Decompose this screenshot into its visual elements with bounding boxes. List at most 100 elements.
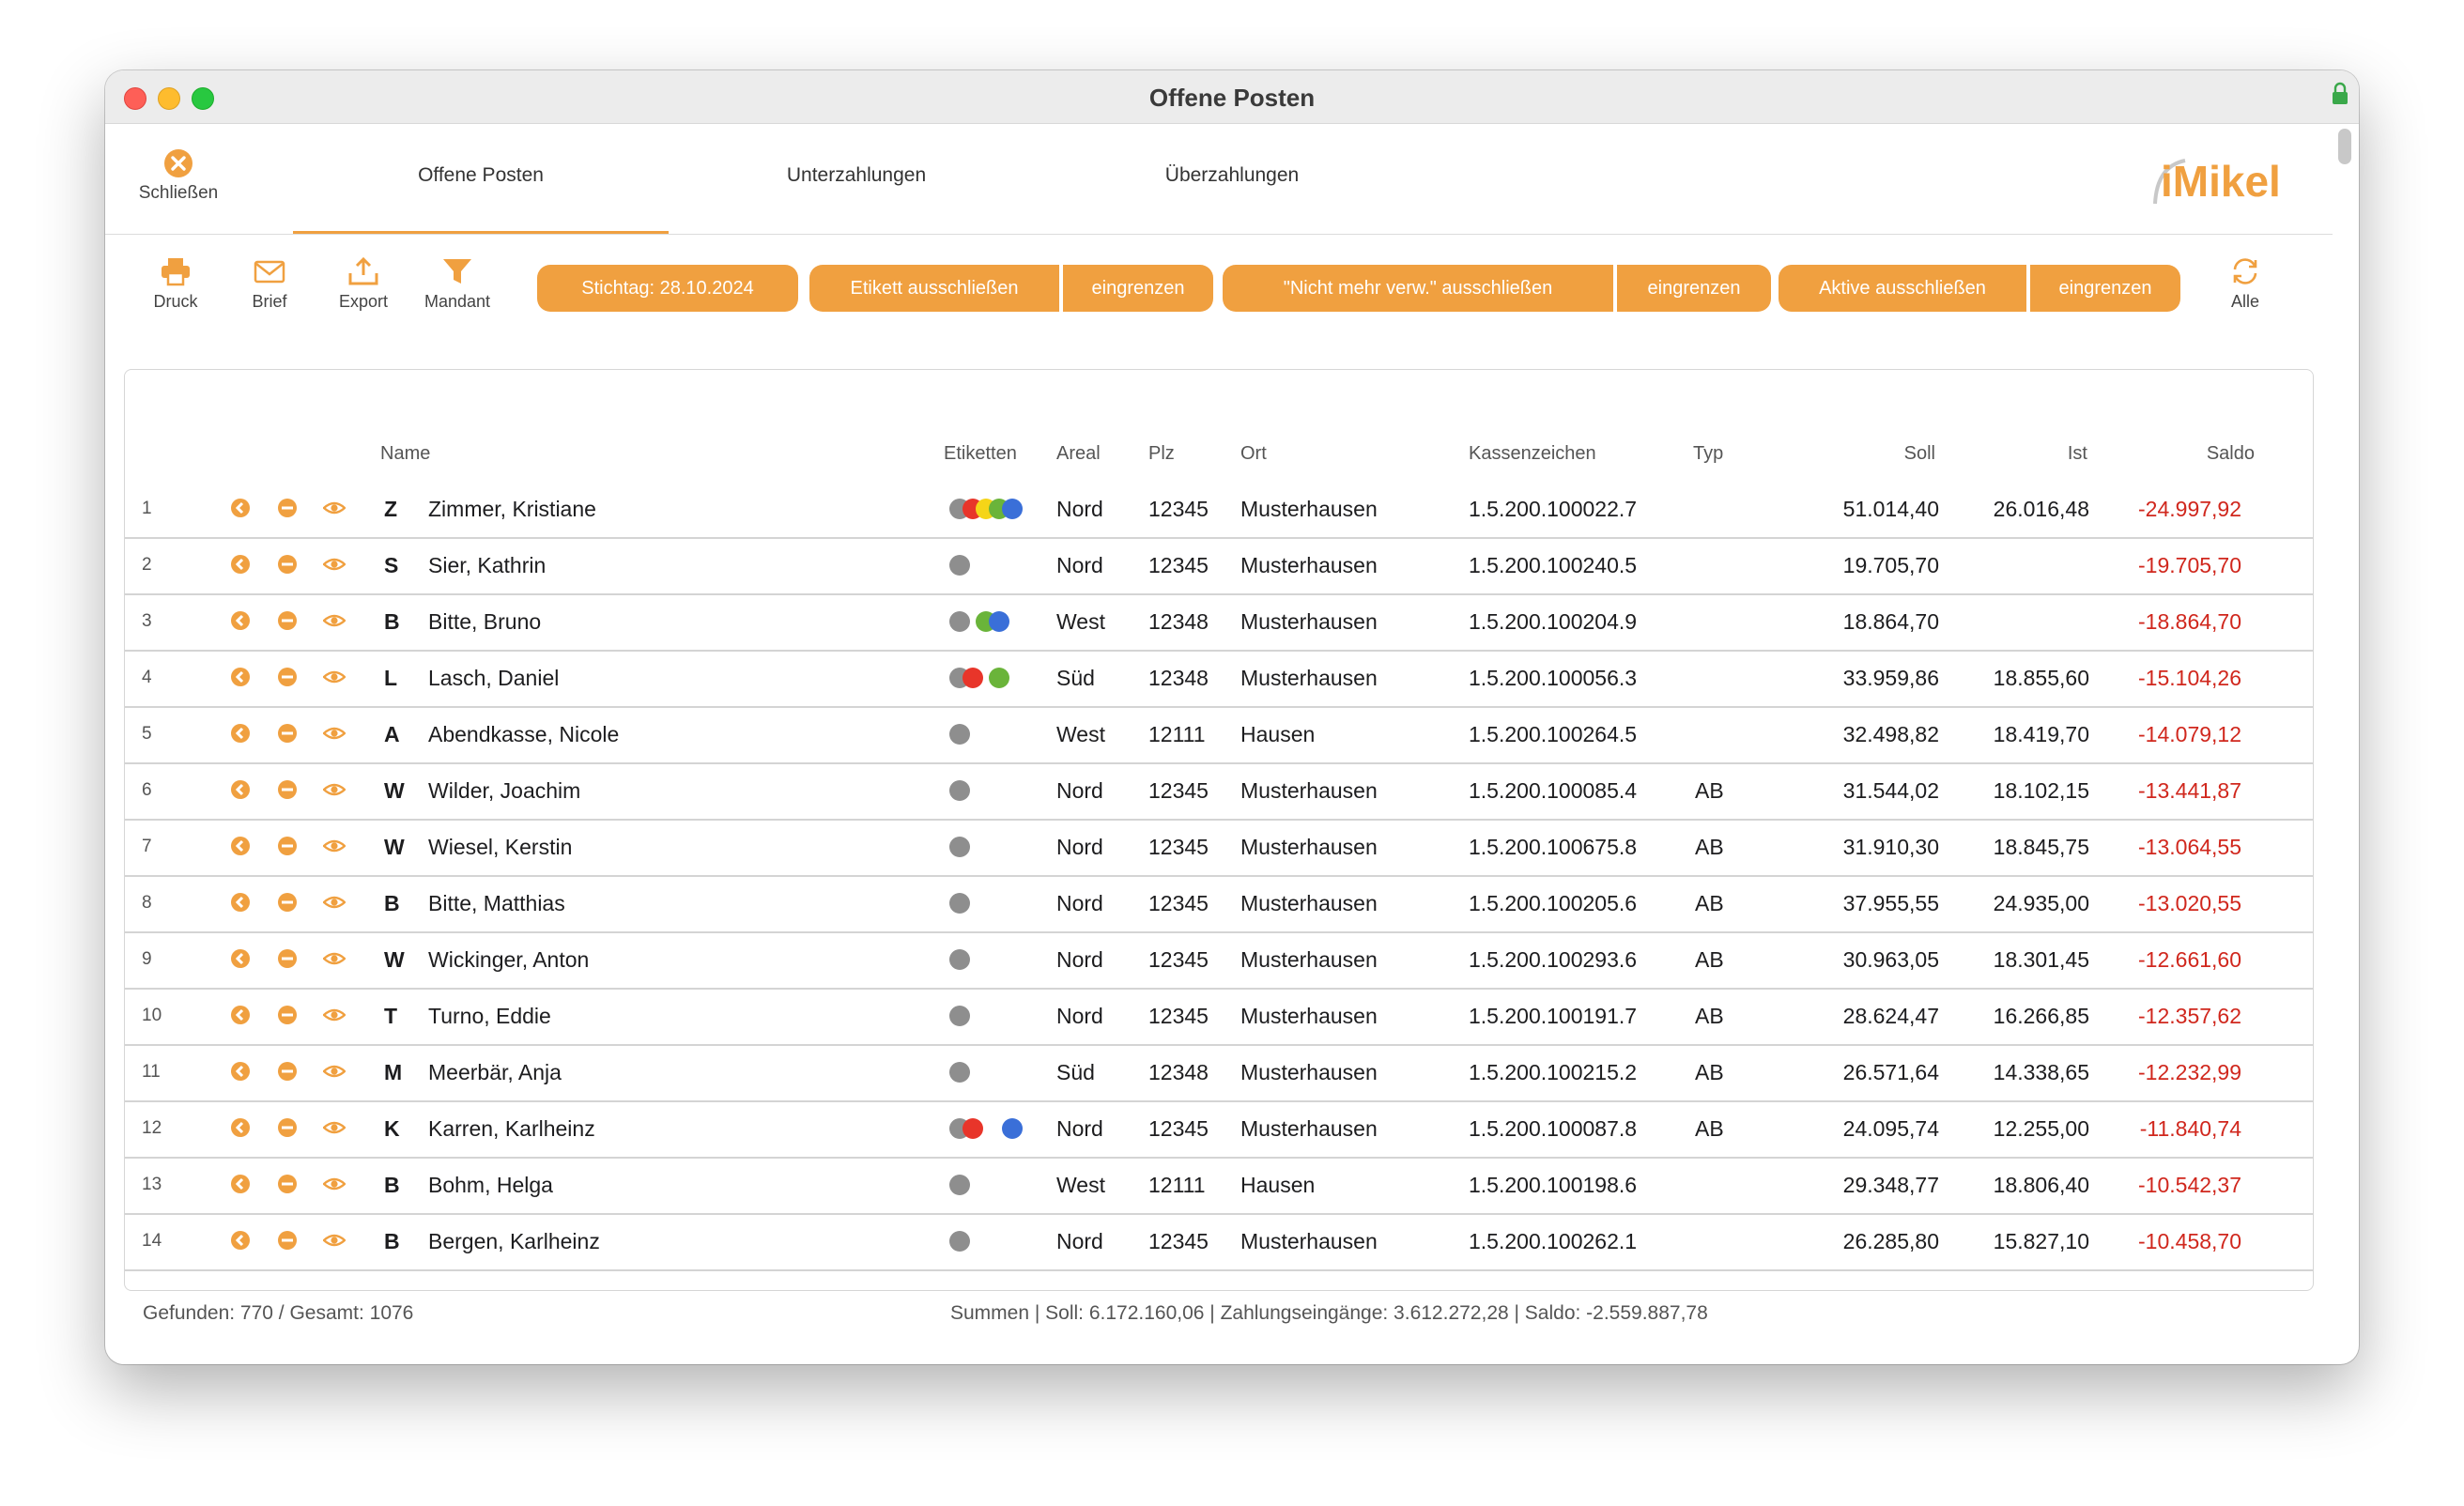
nav-divider: [105, 234, 2333, 235]
ort-cell: Hausen: [1240, 1173, 1316, 1197]
arrow-left-icon[interactable]: [230, 498, 251, 518]
ort-cell: Musterhausen: [1240, 1229, 1378, 1253]
tag-dot-gray: [949, 837, 970, 857]
table-row[interactable]: 7 W Wiesel, Kerstin Nord 12345 Musterhausen 1.…: [125, 819, 2313, 877]
table-row[interactable]: 11 M Meerbär, Anja Süd 12348 Musterhausen 1.5.…: [125, 1044, 2313, 1102]
table-row[interactable]: 14 B Bergen, Karlheinz Nord 12345 Musterhause…: [125, 1213, 2313, 1271]
arrow-left-icon[interactable]: [230, 892, 251, 913]
eye-icon[interactable]: [322, 610, 346, 631]
eye-icon[interactable]: [322, 892, 346, 913]
aktive-ausschliessen-button[interactable]: Aktive ausschließen: [1779, 265, 2026, 312]
eye-icon[interactable]: [322, 1061, 346, 1082]
table-row[interactable]: 5 A Abendkasse, Nicole West 12111 Hausen 1.5.2…: [125, 706, 2313, 764]
tab-offene-posten[interactable]: Offene Posten: [293, 164, 669, 187]
header-ort[interactable]: Ort: [1240, 443, 1267, 465]
print-button[interactable]: Druck: [133, 256, 218, 312]
etikett-ausschliessen-button[interactable]: Etikett ausschließen: [809, 265, 1059, 312]
minus-circle-icon[interactable]: [277, 779, 298, 800]
header-plz[interactable]: Plz: [1148, 443, 1175, 465]
arrow-left-icon[interactable]: [230, 779, 251, 800]
ort-cell: Musterhausen: [1240, 497, 1378, 521]
soll-cell: 31.910,30: [1842, 835, 1939, 859]
table-row[interactable]: 6 W Wilder, Joachim Nord 12345 Musterhausen 1.…: [125, 762, 2313, 821]
eye-icon[interactable]: [322, 948, 346, 969]
table-row[interactable]: 9 W Wickinger, Anton Nord 12345 Musterhausen 1…: [125, 931, 2313, 990]
alle-button[interactable]: Alle: [2203, 256, 2287, 312]
minus-circle-icon[interactable]: [277, 1230, 298, 1251]
minus-circle-icon[interactable]: [277, 1005, 298, 1025]
header-etiketten[interactable]: Etiketten: [944, 443, 1017, 465]
header-typ[interactable]: Typ: [1693, 443, 1723, 465]
table-row[interactable]: 4 L Lasch, Daniel Süd 12348 Musterhausen 1.5.2…: [125, 650, 2313, 708]
minus-circle-icon[interactable]: [277, 610, 298, 631]
minus-circle-icon[interactable]: [277, 498, 298, 518]
table-row[interactable]: 2 S Sier, Kathrin Nord 12345 Musterhausen 1.5.…: [125, 537, 2313, 595]
arrow-left-icon[interactable]: [230, 1005, 251, 1025]
row-number: 3: [142, 611, 152, 631]
letter-button[interactable]: Brief: [227, 256, 312, 312]
arrow-left-icon[interactable]: [230, 1230, 251, 1251]
minus-circle-icon[interactable]: [277, 723, 298, 744]
eye-icon[interactable]: [322, 1005, 346, 1025]
minus-circle-icon[interactable]: [277, 892, 298, 913]
eye-icon[interactable]: [322, 1174, 346, 1194]
eye-icon[interactable]: [322, 554, 346, 575]
arrow-left-icon[interactable]: [230, 1174, 251, 1194]
eye-icon[interactable]: [322, 1117, 346, 1138]
minus-circle-icon[interactable]: [277, 836, 298, 856]
table-row[interactable]: 3 B Bitte, Bruno West 12348 Musterhausen 1.5.2…: [125, 593, 2313, 652]
arrow-left-icon[interactable]: [230, 667, 251, 687]
header-kassenzeichen[interactable]: Kassenzeichen: [1469, 443, 1596, 465]
minus-circle-icon[interactable]: [277, 1174, 298, 1194]
tag-dot-blue: [1002, 499, 1023, 519]
arrow-left-icon[interactable]: [230, 948, 251, 969]
header-ist[interactable]: Ist: [1947, 443, 2087, 465]
stichtag-button[interactable]: Stichtag: 28.10.2024: [537, 265, 798, 312]
title-bar: Offene Posten: [105, 70, 2359, 124]
typ-cell: AB: [1695, 891, 1724, 915]
table-row[interactable]: 10 T Turno, Eddie Nord 12345 Musterhausen 1.5.…: [125, 988, 2313, 1046]
etikett-eingrenzen-button[interactable]: eingrenzen: [1063, 265, 1213, 312]
minus-circle-icon[interactable]: [277, 1061, 298, 1082]
header-name[interactable]: Name: [380, 443, 430, 465]
mandant-button[interactable]: Mandant: [415, 256, 500, 312]
eye-icon[interactable]: [322, 723, 346, 744]
eye-icon[interactable]: [322, 1230, 346, 1251]
minus-circle-icon[interactable]: [277, 948, 298, 969]
tab-unterzahlungen[interactable]: Unterzahlungen: [669, 164, 1044, 187]
arrow-left-icon[interactable]: [230, 554, 251, 575]
minus-circle-icon[interactable]: [277, 667, 298, 687]
arrow-left-icon[interactable]: [230, 723, 251, 744]
lock-icon: [2333, 82, 2348, 104]
export-button[interactable]: Export: [321, 256, 406, 312]
ort-cell: Hausen: [1240, 722, 1316, 746]
eye-icon[interactable]: [322, 836, 346, 856]
aktive-eingrenzen-button[interactable]: eingrenzen: [2030, 265, 2180, 312]
arrow-left-icon[interactable]: [230, 1061, 251, 1082]
arrow-left-icon[interactable]: [230, 836, 251, 856]
eye-icon[interactable]: [322, 667, 346, 687]
scrollbar-thumb[interactable]: [2338, 129, 2351, 164]
nicht-mehr-verw-ausschliessen-button[interactable]: "Nicht mehr verw." ausschließen: [1223, 265, 1613, 312]
eye-icon[interactable]: [322, 498, 346, 518]
nicht-mehr-verw-eingrenzen-button[interactable]: eingrenzen: [1617, 265, 1771, 312]
close-button[interactable]: Schließen: [122, 147, 235, 204]
arrow-left-icon[interactable]: [230, 1117, 251, 1138]
tab-ueberzahlungen[interactable]: Überzahlungen: [1044, 164, 1420, 187]
minus-circle-icon[interactable]: [277, 554, 298, 575]
header-saldo[interactable]: Saldo: [2097, 443, 2255, 465]
soll-cell: 31.544,02: [1842, 778, 1939, 803]
table-row[interactable]: 8 B Bitte, Matthias Nord 12345 Musterhausen 1.…: [125, 875, 2313, 933]
header-areal[interactable]: Areal: [1056, 443, 1101, 465]
eye-icon[interactable]: [322, 779, 346, 800]
table-row[interactable]: 12 K Karren, Karlheinz Nord 12345 Musterhause…: [125, 1100, 2313, 1159]
header-soll[interactable]: Soll: [1778, 443, 1935, 465]
arrow-left-icon[interactable]: [230, 610, 251, 631]
table-row[interactable]: 1 Z Zimmer, Kristiane Nord 12345 Musterhausen…: [125, 481, 2313, 539]
saldo-cell: -18.864,70: [2138, 609, 2241, 634]
table-row[interactable]: 13 B Bohm, Helga West 12111 Hausen 1.5.200.100…: [125, 1157, 2313, 1215]
name-cell: Wilder, Joachim: [428, 778, 581, 803]
tag-dot-green: [989, 668, 1009, 688]
tag-dot-gray: [949, 724, 970, 745]
minus-circle-icon[interactable]: [277, 1117, 298, 1138]
